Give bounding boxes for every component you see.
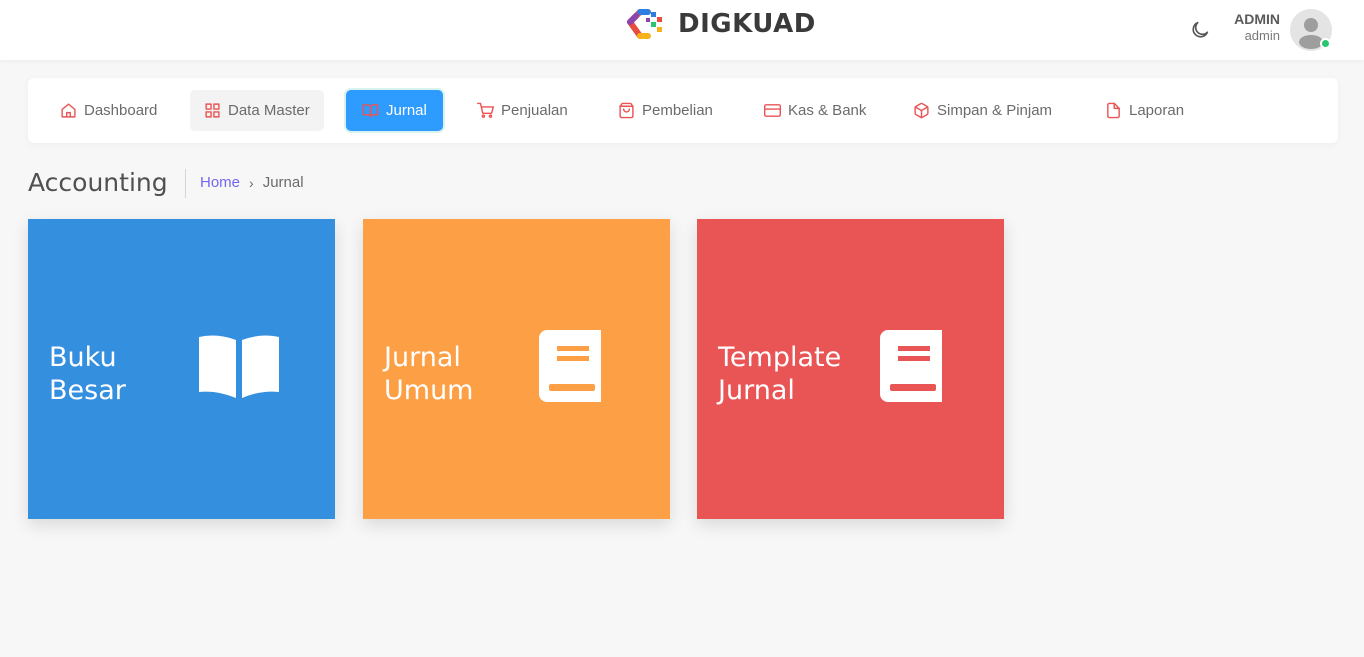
card-title-line: Umum — [384, 375, 474, 406]
box-icon — [914, 102, 929, 119]
nav-item-label: Laporan — [1129, 102, 1185, 119]
nav-item-label: Dashboard — [84, 102, 158, 119]
card-title: Buku Besar — [49, 341, 126, 407]
nav-item-kas-bank[interactable]: Kas & Bank — [750, 90, 880, 131]
nav-item-penjualan[interactable]: Penjualan — [463, 90, 582, 131]
nav-item-label: Simpan & Pinjam — [937, 102, 1053, 119]
nav-item-label: Kas & Bank — [788, 102, 867, 119]
user-info[interactable]: ADMIN admin — [1222, 10, 1280, 44]
credit-card-icon — [764, 104, 781, 117]
nav-item-label: Pembelian — [642, 102, 713, 119]
user-name: ADMIN — [1234, 11, 1280, 27]
nav-item-simpan-pinjam[interactable]: Simpan & Pinjam — [899, 90, 1066, 131]
breadcrumb-separator: › — [249, 174, 254, 191]
nav-item-laporan[interactable]: Laporan — [1091, 90, 1198, 131]
moon-icon[interactable] — [1189, 19, 1211, 41]
top-header: DIGKUAD ADMIN admin — [0, 0, 1364, 60]
nav-item-label: Jurnal — [386, 102, 427, 119]
breadcrumb-home-link[interactable]: Home — [200, 174, 240, 191]
file-icon — [1107, 102, 1120, 119]
nav-item-dashboard[interactable]: Dashboard — [46, 90, 171, 131]
nav-item-data-master[interactable]: Data Master — [190, 90, 324, 131]
breadcrumb: Home › Jurnal — [200, 174, 304, 191]
book-icon — [539, 330, 601, 402]
user-role: admin — [1244, 28, 1280, 43]
card-template-jurnal[interactable]: Template Jurnal — [697, 219, 1004, 519]
card-title-line: Buku — [49, 342, 117, 373]
online-status-badge — [1320, 38, 1331, 49]
shopping-bag-icon — [619, 102, 634, 119]
open-book-icon — [199, 335, 279, 398]
brand[interactable]: DIGKUAD — [626, 8, 816, 40]
card-title-line: Besar — [49, 375, 126, 406]
nav-item-label: Penjualan — [501, 102, 568, 119]
card-jurnal-umum[interactable]: Jurnal Umum — [363, 219, 670, 519]
page-title: Accounting — [28, 168, 168, 197]
book-open-icon — [362, 104, 379, 118]
brand-logo-icon — [627, 9, 662, 39]
breadcrumb-current: Jurnal — [262, 174, 304, 191]
main-nav: Dashboard Data Master Jurnal Penjualan P… — [28, 78, 1338, 143]
card-buku-besar[interactable]: Buku Besar — [28, 219, 335, 519]
nav-item-pembelian[interactable]: Pembelian — [604, 90, 727, 131]
grid-icon — [205, 103, 220, 118]
nav-item-jurnal[interactable]: Jurnal — [346, 90, 443, 131]
home-icon — [61, 103, 76, 118]
card-title-line: Jurnal — [718, 375, 795, 406]
card-title-line: Jurnal — [384, 342, 461, 373]
card-title-line: Template — [718, 342, 842, 373]
card-title: Jurnal Umum — [384, 341, 473, 407]
book-icon — [880, 330, 942, 402]
nav-item-label: Data Master — [228, 102, 310, 119]
title-divider — [185, 169, 186, 198]
shopping-cart-icon — [477, 102, 494, 118]
card-title: Template Jurnal — [718, 341, 841, 407]
brand-name: DIGKUAD — [678, 9, 816, 39]
